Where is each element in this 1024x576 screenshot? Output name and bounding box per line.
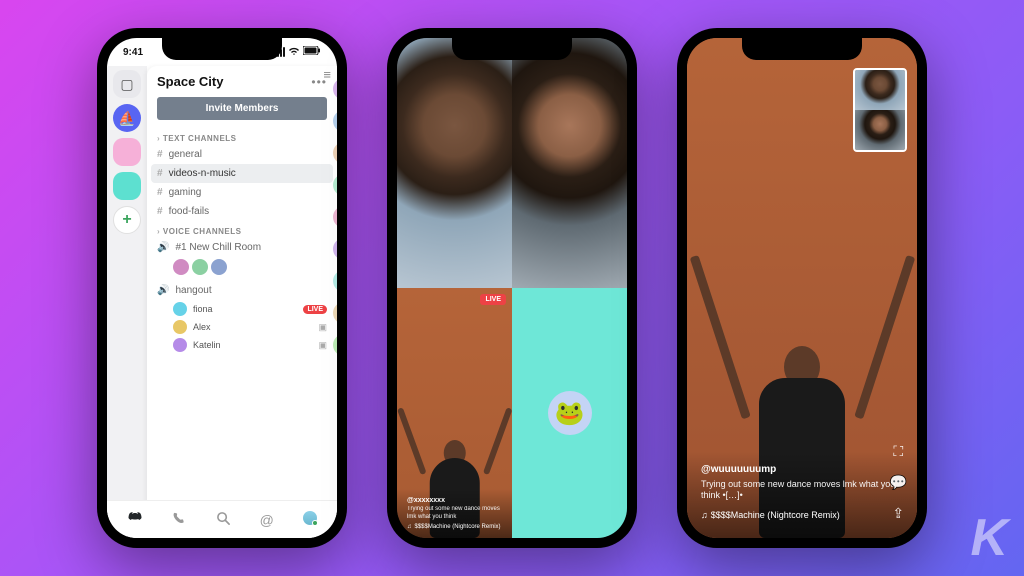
stream-caption: Trying out some new dance moves lmk what… [407,506,502,521]
member-rail [333,78,337,356]
burger-icon[interactable]: ≡ [323,68,331,81]
add-server-button[interactable]: + [113,206,141,234]
tab-profile-icon[interactable] [303,511,317,528]
hash-icon: # [157,149,163,160]
avatar [173,338,187,352]
phone-fullscreen-stream: @wuuuuuuump Trying out some new dance mo… [677,28,927,548]
stream-track: ♫$$$$Machine (Nightcore Remix) [407,524,502,530]
phone-notch [742,38,862,60]
avatar[interactable] [192,259,208,275]
wifi-icon [288,46,300,59]
stream-handle: @wuuuuuuump [701,464,903,475]
tab-calls-icon[interactable] [172,511,187,529]
avatar[interactable] [173,259,189,275]
bot-avatar-icon: 🐸 [548,391,592,435]
voice-user-katelin[interactable]: Katelin ▣ [147,336,337,354]
video-tile-screen-share[interactable]: LIVE @xxxxxxxx Trying out some new dance… [397,288,512,538]
pip-participant-1 [855,70,905,110]
channel-gaming[interactable]: #gaming [147,183,337,202]
status-time: 9:41 [123,47,143,58]
phone-notch [452,38,572,60]
live-badge: LIVE [303,305,327,314]
phone-notch [162,38,282,60]
chat-icon[interactable]: 💬 [890,474,907,491]
invite-members-button[interactable]: Invite Members [157,97,327,120]
speaker-icon: 🔊 [157,285,169,296]
member-avatar[interactable] [333,302,337,324]
server-icon-3[interactable] [113,172,141,200]
phone-discord-channels: 9:41 ≡ ▢ ⛵ + Space City [97,28,347,548]
live-badge: LIVE [480,294,506,305]
member-avatar[interactable] [333,334,337,356]
speaker-icon: 🔊 [157,242,169,253]
voice-chill-avatars [147,259,337,275]
member-avatar[interactable] [333,270,337,292]
member-avatar[interactable] [333,78,337,100]
phone-video-call-grid: LIVE @xxxxxxxx Trying out some new dance… [387,28,637,548]
channel-panel: Space City ••• Invite Members TEXT CHANN… [147,66,337,538]
voice-channel-hangout[interactable]: 🔊hangout [147,281,337,300]
picture-in-picture[interactable] [853,68,907,152]
channel-food-fails[interactable]: #food-fails [147,202,337,221]
member-avatar[interactable] [333,206,337,228]
dm-icon[interactable]: ▢ [113,70,141,98]
voice-user-alex[interactable]: Alex ▣ [147,318,337,336]
tab-mentions-icon[interactable]: @ [260,512,274,528]
member-avatar[interactable] [333,174,337,196]
voice-user-fiona[interactable]: fiona LIVE [147,300,337,318]
video-tile-participant-2[interactable] [512,38,627,288]
stream-overlay: @xxxxxxxx Trying out some new dance move… [397,489,512,538]
hash-icon: # [157,168,163,179]
voice-channel-chill[interactable]: 🔊#1 New Chill Room [147,238,337,257]
tab-home-icon[interactable] [127,510,143,529]
video-tile-bot[interactable]: 🐸 [512,288,627,538]
watermark: K [970,508,1008,568]
member-avatar[interactable] [333,238,337,260]
share-icon[interactable]: ⇪ [892,505,904,522]
hash-icon: # [157,187,163,198]
avatar [173,320,187,334]
avatar[interactable] [211,259,227,275]
music-note-icon: ♫ [407,524,412,530]
server-rail: ▢ ⛵ + [107,66,147,538]
voice-channels-label[interactable]: VOICE CHANNELS [147,221,337,238]
stream-overlay: @wuuuuuuump Trying out some new dance mo… [687,452,917,538]
video-icon: ▣ [318,322,327,333]
server-icon-2[interactable] [113,138,141,166]
stream-track: ♫$$$$Machine (Nightcore Remix) [701,510,903,520]
music-note-icon: ♫ [701,510,708,520]
server-space-city[interactable]: ⛵ [113,104,141,132]
video-icon: ▣ [318,340,327,351]
member-avatar[interactable] [333,110,337,132]
stream-handle: @xxxxxxxx [407,497,502,504]
hash-icon: # [157,206,163,217]
stream-actions: ⛶ 💬 ⇪ [890,443,907,522]
battery-icon [303,46,321,58]
pip-participant-2 [855,110,905,150]
channel-general[interactable]: #general [147,145,337,164]
channel-videos-n-music[interactable]: #videos-n-music [151,164,333,183]
video-tile-participant-1[interactable] [397,38,512,288]
tab-search-icon[interactable] [216,511,231,529]
expand-icon[interactable]: ⛶ [893,443,903,460]
server-name: Space City [157,74,223,89]
bottom-tab-bar: @ [107,500,337,538]
stream-caption: Trying out some new dance moves lmk what… [701,479,903,502]
avatar [173,302,187,316]
text-channels-label[interactable]: TEXT CHANNELS [147,128,337,145]
member-avatar[interactable] [333,142,337,164]
